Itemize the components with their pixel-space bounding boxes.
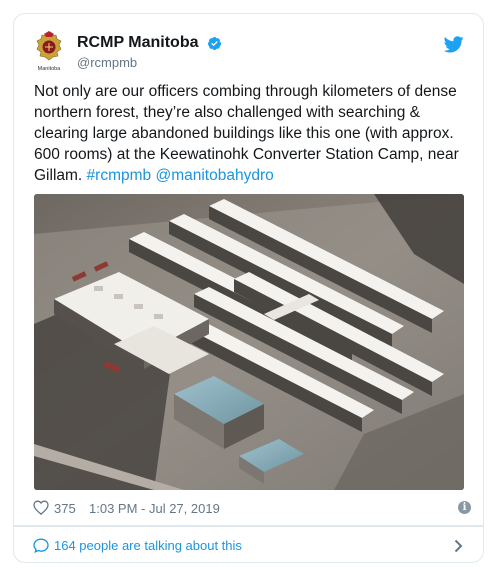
aerial-photo-camp-buildings	[34, 194, 464, 490]
avatar-caption: Manitoba	[38, 66, 62, 72]
rcmp-crest-icon[interactable]: Manitoba	[34, 31, 64, 73]
info-icon[interactable]: i	[458, 501, 471, 514]
like-count[interactable]: 375	[54, 501, 76, 516]
chevron-right-icon	[454, 539, 463, 553]
author-block[interactable]: RCMP Manitoba @rcmpmb	[77, 34, 222, 70]
speech-bubble-icon	[33, 538, 49, 553]
talking-count-text[interactable]: 164 people are talking about this	[54, 538, 242, 553]
tweet-meta: 375 1:03 PM - Jul 27, 2019 i	[33, 499, 473, 519]
user-handle[interactable]: @rcmpmb	[77, 55, 222, 70]
verified-badge-icon	[207, 36, 221, 50]
heart-icon[interactable]	[33, 500, 49, 515]
hashtag-link[interactable]: #rcmpmb	[87, 167, 152, 184]
timestamp[interactable]: 1:03 PM - Jul 27, 2019	[89, 501, 220, 516]
conversation-link[interactable]: 164 people are talking about this	[13, 526, 484, 563]
tweet-text: Not only are our officers combing throug…	[34, 81, 464, 186]
mention-link[interactable]: @manitobahydro	[155, 167, 273, 184]
tweet-header: Manitoba RCMP Manitoba @rcmpmb	[14, 14, 483, 76]
tweet-photo[interactable]	[34, 194, 464, 490]
tweet-card: Manitoba RCMP Manitoba @rcmpmb Not only …	[13, 13, 484, 526]
display-name[interactable]: RCMP Manitoba	[77, 34, 198, 52]
twitter-bird-icon[interactable]	[444, 36, 464, 53]
